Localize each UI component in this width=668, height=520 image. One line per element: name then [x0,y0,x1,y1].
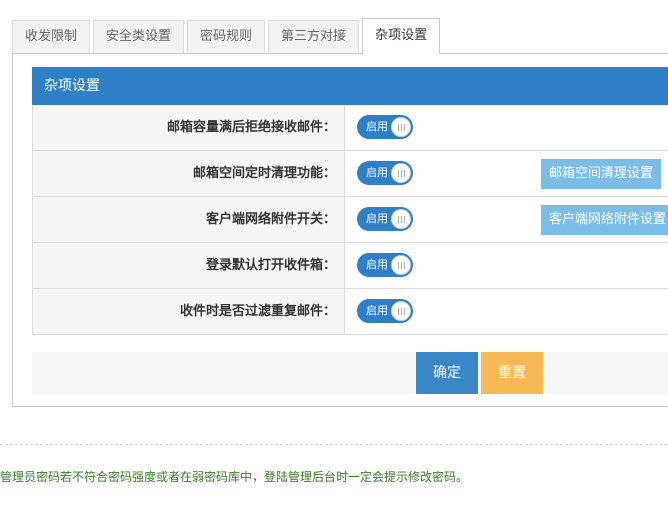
tab-bar: 收发限制 安全类设置 密码规则 第三方对接 杂项设置 [12,18,443,54]
section-title: 杂项设置 [32,67,668,105]
setting-label: 邮箱容量满后拒绝接收邮件： [33,105,345,150]
reject-when-full-toggle[interactable]: 启用 [357,115,413,139]
toggle-label: 启用 [366,166,388,179]
toggle-label: 启用 [366,258,388,271]
toggle-label: 启用 [366,212,388,225]
toggle-knob [391,117,411,137]
confirm-button[interactable]: 确定 [416,352,478,394]
form-actions: 确定 重置 [32,352,668,394]
tab-misc-settings[interactable]: 杂项设置 [362,18,441,54]
password-notice: 管理员密码若不符合密码强度或者在弱密码库中，登陆管理后台时一定会提示修改密码。 [0,470,469,484]
tab-security-settings[interactable]: 安全类设置 [93,20,185,54]
setting-row-open-inbox-default: 登录默认打开收件箱： 启用 [32,243,668,289]
setting-label: 客户端网络附件开关： [33,197,345,242]
toggle-label: 启用 [366,304,388,317]
reset-button[interactable]: 重置 [481,352,543,394]
client-network-attachment-toggle[interactable]: 启用 [357,207,413,231]
client-attachment-settings-button[interactable]: 客户端网络附件设置 [541,205,668,235]
setting-row-filter-duplicates: 收件时是否过滤重复邮件： 启用 [32,289,668,335]
open-inbox-default-toggle[interactable]: 启用 [357,253,413,277]
filter-duplicates-toggle[interactable]: 启用 [357,299,413,323]
tab-send-receive-limits[interactable]: 收发限制 [12,20,91,54]
toggle-knob [391,163,411,183]
tab-password-rules[interactable]: 密码规则 [187,20,266,54]
settings-table: 邮箱容量满后拒绝接收邮件： 启用 邮箱空间定时清理功能： 启用 邮箱空间清理设置… [32,105,668,335]
setting-label: 登录默认打开收件箱： [33,243,345,288]
setting-label: 邮箱空间定时清理功能： [33,151,345,196]
setting-row-reject-when-full: 邮箱容量满后拒绝接收邮件： 启用 [32,105,668,151]
scheduled-cleanup-toggle[interactable]: 启用 [357,161,413,185]
mailbox-cleanup-settings-button[interactable]: 邮箱空间清理设置 [541,159,662,189]
toggle-knob [391,209,411,229]
divider [0,444,668,445]
setting-row-scheduled-cleanup: 邮箱空间定时清理功能： 启用 邮箱空间清理设置 [32,151,668,197]
toggle-knob [391,255,411,275]
tab-third-party[interactable]: 第三方对接 [268,20,360,54]
toggle-label: 启用 [366,120,388,133]
setting-label: 收件时是否过滤重复邮件： [33,289,345,334]
setting-row-client-network-attachment: 客户端网络附件开关： 启用 客户端网络附件设置 [32,197,668,243]
toggle-knob [391,301,411,321]
